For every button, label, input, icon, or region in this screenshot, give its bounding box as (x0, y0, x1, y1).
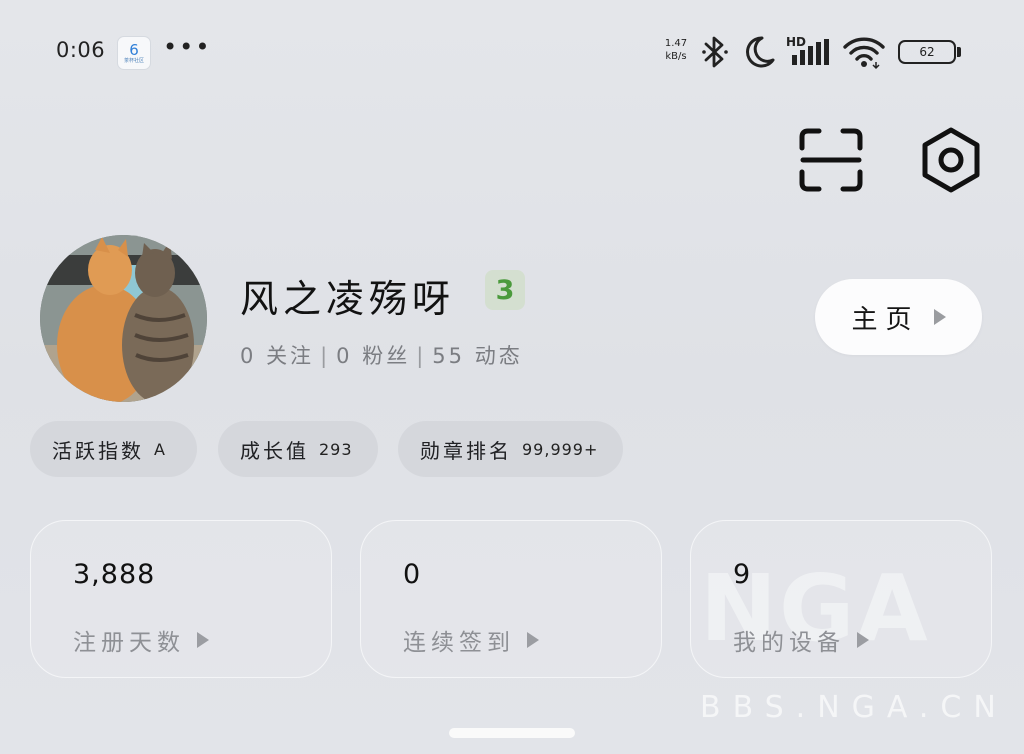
posts-label: 动态 (474, 344, 523, 368)
avatar[interactable] (40, 235, 207, 402)
medal-rank-tag[interactable]: 勋章排名 99,999+ (398, 421, 623, 477)
net-speed-unit: kB/s (665, 51, 687, 62)
battery-icon: 62 (898, 40, 956, 64)
activity-index-tag[interactable]: 活跃指数 A (30, 421, 197, 477)
net-speed-value: 1.47 (664, 38, 688, 49)
homepage-button[interactable]: 主页 (815, 279, 982, 355)
card-label: 注册天数 (73, 630, 185, 656)
settings-hexagon-icon[interactable] (919, 126, 983, 194)
tag-label: 成长值 (240, 438, 309, 463)
nga-watermark-url: BBS.NGA.CN (700, 690, 1008, 725)
growth-value-tag[interactable]: 成长值 293 (218, 421, 378, 477)
followers-stat[interactable]: 0 粉丝 (336, 344, 410, 368)
level-badge: 3 (485, 270, 525, 310)
consecutive-checkin-card[interactable]: 0 连续签到 (360, 520, 662, 678)
following-label: 关注 (266, 344, 315, 368)
following-count: 0 (240, 344, 257, 368)
card-value: 3,888 (73, 559, 156, 590)
wifi-icon (843, 37, 885, 70)
level-number: 3 (495, 274, 515, 306)
stat-divider: | (320, 344, 331, 368)
posts-count: 55 (432, 344, 466, 368)
bluetooth-icon (702, 36, 728, 68)
card-label: 我的设备 (733, 630, 845, 656)
tag-value: 293 (319, 439, 353, 459)
my-devices-card[interactable]: 9 我的设备 (690, 520, 992, 678)
app-badge-number: 6 (129, 40, 139, 59)
registered-days-card[interactable]: 3,888 注册天数 (30, 520, 332, 678)
chevron-right-icon (857, 632, 869, 648)
following-stat[interactable]: 0 关注 (240, 344, 314, 368)
tag-value: 99,999+ (522, 439, 599, 459)
tag-label: 活跃指数 (52, 438, 144, 463)
followers-label: 粉丝 (362, 344, 411, 368)
battery-tip (957, 47, 961, 57)
home-indicator-bar[interactable] (449, 728, 575, 738)
card-label-row: 连续签到 (403, 623, 539, 657)
chevron-right-icon (197, 632, 209, 648)
app-badge-sub: 茶杯社区 (123, 57, 144, 64)
net-speed: 1.47 kB/s (661, 37, 691, 63)
chevron-right-icon (527, 632, 539, 648)
followers-count: 0 (336, 344, 353, 368)
scan-icon[interactable] (799, 128, 863, 192)
card-label-row: 我的设备 (733, 623, 869, 657)
more-notifications-icon: ••• (163, 33, 212, 61)
card-label-row: 注册天数 (73, 623, 209, 657)
card-value: 0 (403, 559, 422, 590)
status-time: 0:06 (56, 38, 106, 62)
card-value: 9 (733, 559, 752, 590)
chevron-right-icon (933, 309, 946, 325)
username: 风之凌殇呀 (240, 277, 456, 321)
notification-app-icon: 6 茶杯社区 (117, 36, 151, 70)
battery-level: 62 (919, 45, 935, 59)
posts-stat[interactable]: 55 动态 (432, 344, 522, 368)
tag-value: A (154, 439, 166, 459)
card-label: 连续签到 (403, 630, 515, 656)
signal-strength-icon (792, 39, 829, 65)
homepage-button-label: 主页 (851, 304, 920, 335)
follow-stats: 0 关注 | 0 粉丝 | 55 动态 (240, 340, 523, 370)
stat-divider: | (416, 344, 427, 368)
tag-label: 勋章排名 (420, 438, 512, 463)
avatar-cats-image (40, 235, 207, 402)
do-not-disturb-moon-icon (746, 36, 775, 68)
